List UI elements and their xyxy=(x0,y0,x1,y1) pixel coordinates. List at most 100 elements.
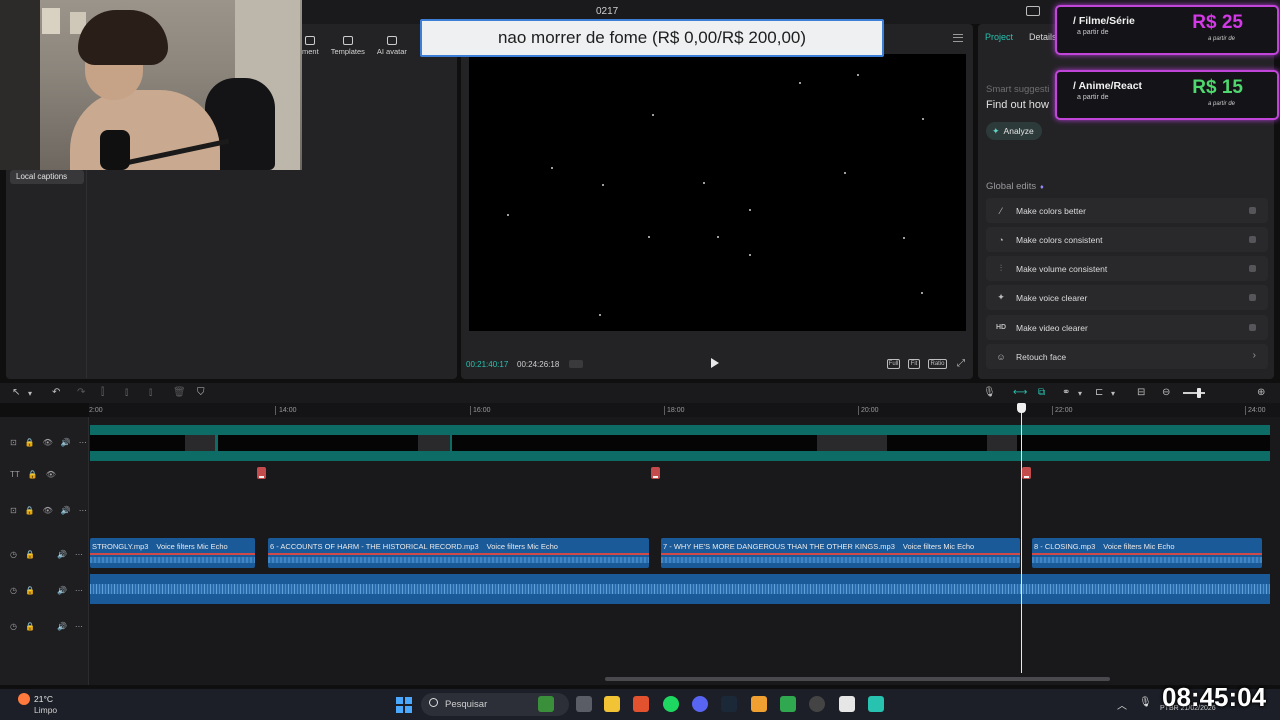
eye-icon[interactable]: 👁 xyxy=(43,506,53,515)
more-icon[interactable]: ⋯ xyxy=(75,550,83,559)
lock-icon[interactable]: 🔒 xyxy=(25,586,35,595)
caption-icon[interactable]: ⊟ xyxy=(1137,387,1145,398)
file-explorer-icon[interactable] xyxy=(604,696,620,712)
playhead[interactable] xyxy=(1021,403,1022,673)
chevron-down-icon[interactable]: ▾ xyxy=(1078,389,1082,398)
steam-icon[interactable] xyxy=(721,696,737,712)
weather-icon[interactable] xyxy=(18,693,30,705)
preview-axis-icon[interactable]: ⊏ xyxy=(1095,387,1103,398)
edit-toggle[interactable] xyxy=(1249,207,1256,214)
magnet-snap-icon[interactable]: ⟷ xyxy=(1013,387,1027,398)
split-left-icon[interactable]: ⫾ xyxy=(125,387,128,398)
undo-icon[interactable]: ↶ xyxy=(52,387,60,398)
split-icon[interactable]: ⫿ xyxy=(101,387,104,398)
brave-browser-icon[interactable] xyxy=(633,696,649,712)
discord-icon[interactable] xyxy=(692,696,708,712)
music-clip[interactable] xyxy=(90,574,1270,604)
more-icon[interactable]: ⋯ xyxy=(75,622,83,631)
volume-line[interactable] xyxy=(90,553,255,555)
audio-clip[interactable]: 7 - WHY HE'S MORE DANGEROUS THAN THE OTH… xyxy=(661,538,1020,568)
video-preview[interactable] xyxy=(469,54,966,331)
audio-clip[interactable]: 6 - ACCOUNTS OF HARM - THE HISTORICAL RE… xyxy=(268,538,649,568)
ratio-button[interactable]: Ratio xyxy=(928,359,947,369)
lock-icon[interactable]: 🔒 xyxy=(28,470,38,479)
redo-icon[interactable]: ↷ xyxy=(77,387,85,398)
zoom-out-icon[interactable]: ⊖ xyxy=(1162,387,1170,398)
edit-make-voice-clearer[interactable]: ✦ Make voice clearer xyxy=(986,285,1268,310)
eye-icon[interactable]: 👁 xyxy=(43,438,53,447)
analyze-button[interactable]: ✦ Analyze xyxy=(986,122,1042,140)
capcut-icon[interactable] xyxy=(839,696,855,712)
split-right-icon[interactable]: ⫾ xyxy=(149,387,152,398)
microphone-icon[interactable]: 🎙 xyxy=(983,387,996,398)
select-tool-icon[interactable]: ↖ xyxy=(12,387,20,398)
chevron-down-icon[interactable]: ▾ xyxy=(28,389,32,398)
zoom-slider-handle[interactable] xyxy=(1197,388,1201,398)
more-icon[interactable]: ⋯ xyxy=(75,586,83,595)
speaker-icon[interactable]: 🔊 xyxy=(61,506,71,515)
layout-icon[interactable] xyxy=(1026,6,1040,16)
eye-icon[interactable]: 👁 xyxy=(46,470,56,479)
fullscreen-icon[interactable]: ⤢ xyxy=(956,359,966,369)
edit-retouch-face[interactable]: ☺ Retouch face › xyxy=(986,344,1268,369)
delete-icon[interactable]: 🗑 xyxy=(173,387,186,398)
tray-chevron-icon[interactable]: ︿ xyxy=(1117,697,1127,712)
play-store-icon[interactable] xyxy=(780,696,796,712)
tray-mic-icon[interactable]: 🎙 xyxy=(1139,697,1152,708)
edit-toggle[interactable] xyxy=(1249,324,1256,331)
chevron-down-icon[interactable]: ▾ xyxy=(1111,389,1115,398)
edit-make-colors-better[interactable]: ⁄ Make colors better xyxy=(986,198,1268,223)
game-launcher-icon[interactable] xyxy=(751,696,767,712)
spotify-icon[interactable] xyxy=(663,696,679,712)
play-button[interactable] xyxy=(711,358,719,368)
lock-icon[interactable]: 🔒 xyxy=(25,622,35,631)
speaker-icon[interactable]: 🔊 xyxy=(61,438,71,447)
toolbar-item-templates[interactable]: Templates xyxy=(331,36,365,56)
audio-clip[interactable]: STRONGLY.mp3 Voice filters Mic Echo xyxy=(90,538,255,568)
text-marker[interactable] xyxy=(651,467,660,479)
fit-button[interactable]: Fit xyxy=(908,359,920,369)
tab-details[interactable]: Details xyxy=(1029,32,1057,42)
edit-make-video-clearer[interactable]: HD Make video clearer xyxy=(986,315,1268,340)
more-icon[interactable]: ⋯ xyxy=(79,438,87,447)
linkage-icon[interactable]: ⧉ xyxy=(1038,387,1045,398)
volume-line[interactable] xyxy=(661,553,1020,555)
link-icon[interactable]: ⚭ xyxy=(1062,387,1070,398)
start-button[interactable] xyxy=(396,697,412,713)
timeline-ruler[interactable]: 2:00 14:00 16:00 18:00 20:00 22:00 24:00 xyxy=(89,403,1280,417)
text-marker[interactable] xyxy=(1022,467,1031,479)
weather-condition[interactable]: Limpo xyxy=(34,705,57,715)
toolbar-item-adjustment[interactable]: ment xyxy=(302,36,319,56)
lock-icon[interactable]: 🔒 xyxy=(25,438,35,447)
zoom-fit-icon[interactable]: ⊕ xyxy=(1257,387,1265,398)
volume-line[interactable] xyxy=(1032,553,1262,555)
speaker-icon[interactable]: 🔊 xyxy=(57,586,67,595)
task-view-icon[interactable] xyxy=(576,696,592,712)
obs-icon[interactable] xyxy=(809,696,825,712)
edit-toggle[interactable] xyxy=(1249,236,1256,243)
edit-toggle[interactable] xyxy=(1249,294,1256,301)
speaker-icon[interactable]: 🔊 xyxy=(57,550,67,559)
lock-icon[interactable]: 🔒 xyxy=(25,550,35,559)
speaker-icon[interactable]: 🔊 xyxy=(57,622,67,631)
weather-temperature[interactable]: 21°C xyxy=(34,694,53,704)
menu-icon[interactable] xyxy=(953,34,963,42)
tab-project[interactable]: Project xyxy=(985,32,1013,42)
notes-icon[interactable] xyxy=(868,696,884,712)
more-icon[interactable]: ⋯ xyxy=(79,506,87,515)
edit-make-colors-consistent[interactable]: ◔ Make colors consistent xyxy=(986,227,1268,252)
shield-icon[interactable]: ⛉ xyxy=(197,387,205,398)
playhead-handle[interactable] xyxy=(1017,403,1026,413)
category-local-captions[interactable]: Local captions xyxy=(10,170,84,184)
timeline-scrollbar[interactable] xyxy=(605,677,1110,681)
search-highlight-icon[interactable] xyxy=(538,696,554,712)
audio-clip[interactable]: 8 - CLOSING.mp3 Voice filters Mic Echo xyxy=(1032,538,1262,568)
toolbar-item-ai-avatar[interactable]: AI avatar xyxy=(377,36,407,56)
timecode-toggle[interactable] xyxy=(569,360,583,368)
edit-make-volume-consistent[interactable]: ⫶ Make volume consistent xyxy=(986,256,1268,281)
volume-line[interactable] xyxy=(268,553,649,555)
text-marker[interactable] xyxy=(257,467,266,479)
full-quality-button[interactable]: Full xyxy=(887,359,900,369)
lock-icon[interactable]: 🔒 xyxy=(25,506,35,515)
edit-toggle[interactable] xyxy=(1249,265,1256,272)
